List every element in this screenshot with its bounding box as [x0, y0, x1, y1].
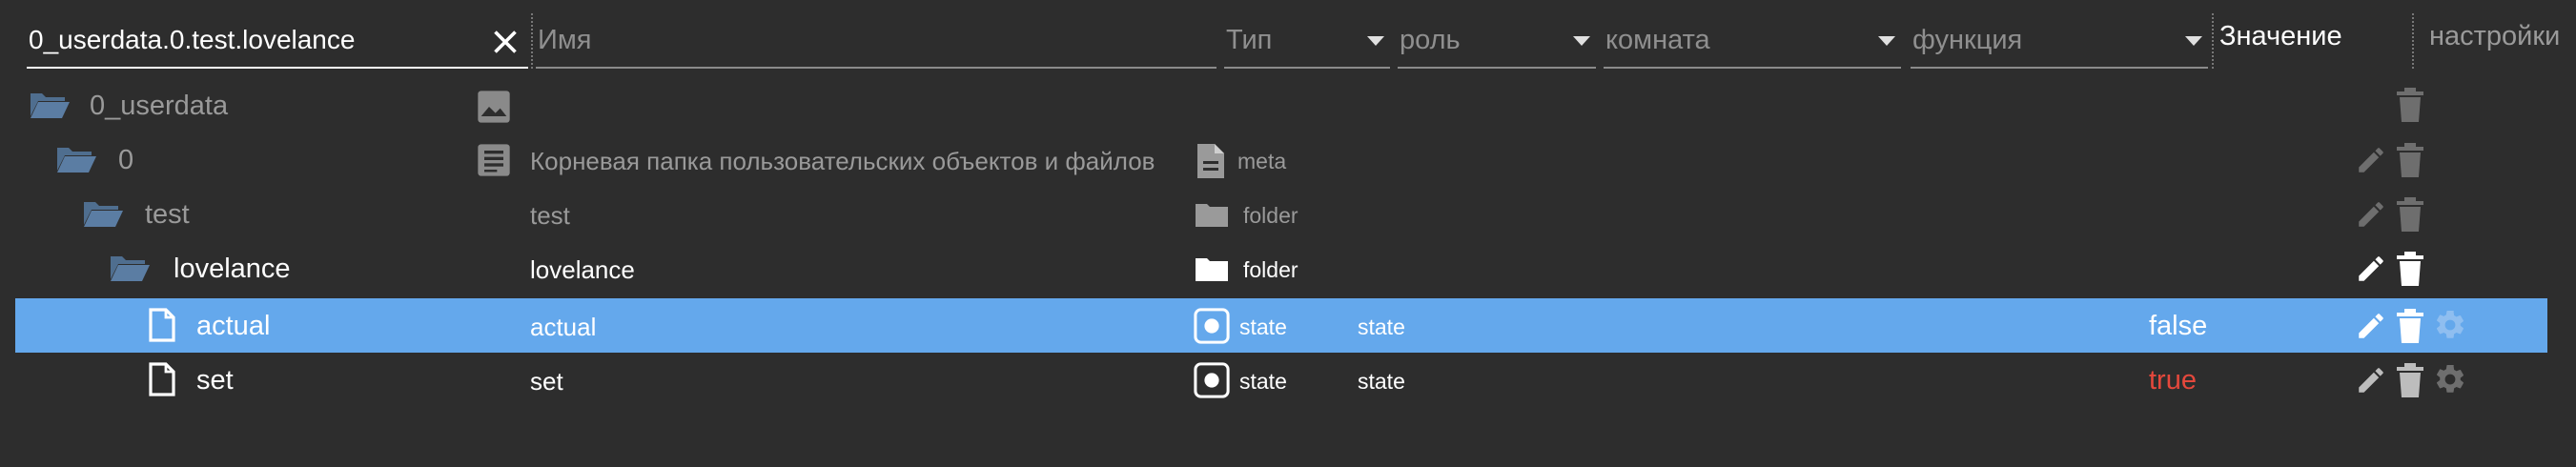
close-icon[interactable] [488, 25, 522, 59]
chevron-down-icon [1367, 36, 1384, 46]
trash-icon[interactable] [2397, 88, 2423, 122]
column-divider[interactable] [531, 13, 533, 69]
object-value[interactable]: true [2149, 365, 2197, 396]
name-filter-placeholder: Имя [538, 25, 592, 55]
id-filter-value: 0_userdata.0.test.lovelance [29, 25, 356, 54]
tree-row-selected[interactable]: actual actual state state false [15, 298, 2547, 353]
id-filter-field[interactable]: 0_userdata.0.test.lovelance [27, 15, 528, 69]
object-description: test [530, 201, 570, 230]
folder-icon [1196, 204, 1228, 227]
folder-open-icon[interactable] [55, 144, 97, 174]
object-name: test [145, 199, 190, 230]
pencil-icon[interactable] [2355, 364, 2387, 396]
object-type: folder [1243, 257, 1298, 282]
object-role: state [1358, 315, 1405, 339]
file-icon [1197, 144, 1224, 178]
pencil-icon[interactable] [2355, 253, 2387, 285]
room-filter-select[interactable]: комната [1604, 15, 1901, 69]
trash-icon[interactable] [2397, 252, 2423, 286]
text-icon [478, 144, 510, 176]
object-description: actual [530, 313, 597, 341]
filter-header: 0_userdata.0.test.lovelance Имя Тип роль… [0, 0, 2576, 74]
folder-open-icon[interactable] [109, 253, 151, 283]
pencil-icon[interactable] [2355, 310, 2387, 342]
function-filter-placeholder: функция [1912, 25, 2023, 55]
object-role: state [1358, 369, 1405, 394]
state-icon [1194, 362, 1230, 398]
object-name: 0 [118, 145, 134, 175]
column-divider[interactable] [2212, 13, 2214, 69]
type-filter-placeholder: Тип [1226, 25, 1273, 55]
chevron-down-icon [1573, 36, 1590, 46]
chevron-down-icon [2185, 36, 2202, 46]
role-filter-placeholder: роль [1400, 25, 1461, 55]
function-filter-select[interactable]: функция [1911, 15, 2208, 69]
image-icon [478, 91, 510, 123]
tree-row[interactable]: set set state state true [0, 353, 2576, 407]
object-type: state [1239, 315, 1287, 339]
trash-icon[interactable] [2397, 309, 2423, 343]
object-name: set [196, 365, 234, 396]
settings-column-label: настройки [2429, 21, 2561, 51]
folder-open-icon[interactable] [29, 90, 71, 120]
trash-icon[interactable] [2397, 197, 2423, 232]
object-type: state [1239, 369, 1287, 394]
pencil-icon[interactable] [2355, 144, 2387, 176]
object-type: meta [1237, 149, 1287, 173]
file-icon [149, 362, 175, 396]
object-description: Корневая папка пользовательских объектов… [530, 147, 1155, 175]
object-name: actual [196, 311, 271, 341]
type-filter-select[interactable]: Тип [1224, 15, 1390, 69]
tree-row[interactable]: 0_userdata [0, 78, 2576, 132]
tree-row[interactable]: lovelance lovelance folder [0, 241, 2576, 295]
value-column-label: Значение [2219, 21, 2342, 51]
object-description: set [530, 367, 563, 396]
name-filter-field[interactable]: Имя [536, 15, 1216, 69]
gear-icon[interactable] [2433, 362, 2467, 396]
pencil-icon[interactable] [2355, 198, 2387, 231]
trash-icon[interactable] [2397, 363, 2423, 397]
trash-icon[interactable] [2397, 143, 2423, 177]
file-icon [149, 308, 175, 342]
folder-icon [1196, 258, 1228, 281]
object-value[interactable]: false [2149, 311, 2207, 342]
object-type: folder [1243, 203, 1298, 228]
object-name: 0_userdata [90, 91, 229, 121]
room-filter-placeholder: комната [1605, 25, 1710, 55]
object-name: lovelance [174, 254, 291, 284]
chevron-down-icon [1878, 36, 1895, 46]
role-filter-select[interactable]: роль [1398, 15, 1596, 69]
object-description: lovelance [530, 255, 635, 284]
state-icon [1194, 308, 1230, 344]
column-divider[interactable] [2412, 13, 2414, 69]
folder-open-icon[interactable] [82, 198, 124, 229]
tree-row[interactable]: test test folder [0, 187, 2576, 241]
gear-icon[interactable] [2433, 308, 2467, 342]
tree-row[interactable]: 0 Корневая папка пользовательских объект… [0, 132, 2576, 187]
